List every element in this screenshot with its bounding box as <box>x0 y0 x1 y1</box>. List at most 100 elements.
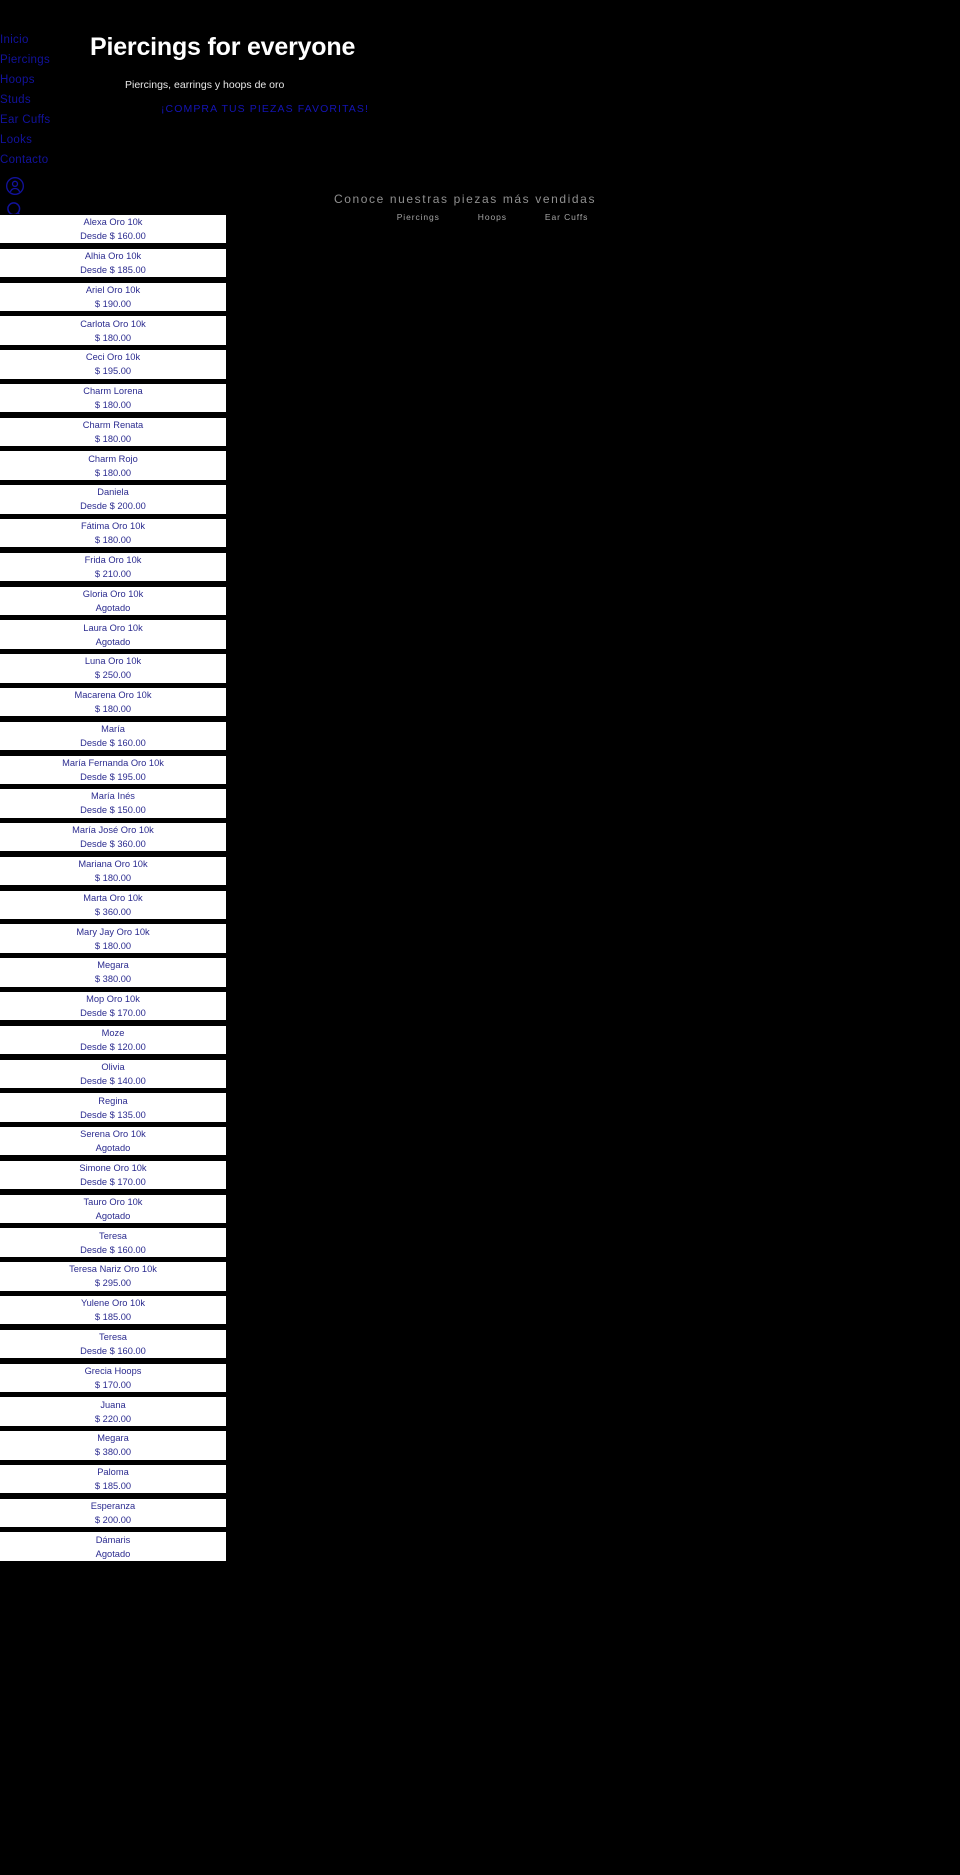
product-card[interactable]: Fátima Oro 10k $ 180.00 <box>0 518 227 549</box>
product-price: Desde $ 135.00 <box>80 1109 146 1120</box>
product-title: Grecia Hoops <box>84 1365 142 1376</box>
product-title: Charm Renata <box>82 419 144 430</box>
product-card[interactable]: Charm Lorena $ 180.00 <box>0 382 227 414</box>
product-price: $ 195.00 <box>94 366 132 377</box>
product-title: Charm Lorena <box>83 386 143 397</box>
product-title: Mary Jay Oro 10k <box>76 926 150 937</box>
product-card[interactable]: María Inés Desde $ 150.00 <box>0 788 227 819</box>
product-card[interactable]: Megara $ 380.00 <box>0 957 227 988</box>
product-card[interactable]: Charm Renata $ 180.00 <box>0 416 227 448</box>
product-price: Desde $ 170.00 <box>80 1008 146 1019</box>
product-title: Fátima Oro 10k <box>80 521 146 532</box>
sidebar-item-contacto[interactable]: Contacto <box>0 150 48 170</box>
product-title: Juana <box>100 1399 126 1410</box>
product-card[interactable]: Regina Desde $ 135.00 <box>0 1092 227 1123</box>
product-card[interactable]: María José Oro 10k Desde $ 360.00 <box>0 822 227 853</box>
product-price: Agotado <box>95 1143 131 1154</box>
product-card[interactable]: Carlota Oro 10k $ 180.00 <box>0 315 227 346</box>
product-card[interactable]: Charm Rojo $ 180.00 <box>0 450 227 481</box>
main-navigation: Inicio Piercings Hoops Studs Ear Cuffs L… <box>0 30 70 244</box>
product-price: Agotado <box>95 636 131 647</box>
product-card[interactable]: Mariana Oro 10k $ 180.00 <box>0 855 227 887</box>
product-card[interactable]: Juana $ 220.00 <box>0 1396 227 1427</box>
banner-link-piercings[interactable]: Piercings <box>397 212 440 222</box>
product-title: Simone Oro 10k <box>79 1163 147 1174</box>
product-card[interactable]: María Fernanda Oro 10k Desde $ 195.00 <box>0 754 227 785</box>
banner-heading: Conoce nuestras piezas más vendidas <box>333 192 597 206</box>
product-price: $ 185.00 <box>94 1481 132 1492</box>
hero-cta-link[interactable]: ¡COMPRA TUS PIEZAS FAVORITAS! <box>145 102 385 117</box>
product-card[interactable]: Dámaris Agotado <box>0 1531 227 1562</box>
product-card[interactable]: Moze Desde $ 120.00 <box>0 1024 227 1056</box>
product-title: Ceci Oro 10k <box>85 352 141 363</box>
product-card[interactable]: Daniela Desde $ 200.00 <box>0 484 227 515</box>
product-card[interactable]: Grecia Hoops $ 170.00 <box>0 1362 227 1393</box>
product-card[interactable]: Tauro Oro 10k Agotado <box>0 1193 227 1225</box>
product-title: Yulene Oro 10k <box>80 1298 146 1309</box>
sidebar-item-hoops[interactable]: Hoops <box>0 70 35 90</box>
banner-link-hoops[interactable]: Hoops <box>478 212 507 222</box>
product-card[interactable]: Alhia Oro 10k Desde $ 185.00 <box>0 247 227 279</box>
sidebar-item-studs[interactable]: Studs <box>0 90 31 110</box>
product-title: Megara <box>97 960 129 971</box>
product-card[interactable]: Laura Oro 10k Agotado <box>0 619 227 650</box>
product-card[interactable]: Teresa Desde $ 160.00 <box>0 1328 227 1360</box>
product-title: Frida Oro 10k <box>84 555 142 565</box>
product-title: Laura Oro 10k <box>83 622 143 633</box>
product-card[interactable]: Mary Jay Oro 10k $ 180.00 <box>0 923 227 954</box>
product-card[interactable]: Mop Oro 10k Desde $ 170.00 <box>0 990 227 1022</box>
product-price: $ 180.00 <box>94 873 132 884</box>
product-card[interactable]: Olivia Desde $ 140.00 <box>0 1058 227 1089</box>
product-title: Serena Oro 10k <box>80 1129 146 1140</box>
product-card[interactable]: Serena Oro 10k Agotado <box>0 1126 227 1157</box>
page-title: Piercings for everyone <box>90 33 356 61</box>
product-price: Desde $ 120.00 <box>80 1041 146 1052</box>
product-title: Moze <box>101 1027 125 1038</box>
product-card[interactable]: Simone Oro 10k Desde $ 170.00 <box>0 1159 227 1191</box>
product-price: $ 180.00 <box>94 332 132 343</box>
product-price: $ 380.00 <box>94 1447 132 1458</box>
product-price: $ 180.00 <box>94 467 132 478</box>
product-title: María Inés <box>91 791 135 802</box>
sidebar-item-piercings[interactable]: Piercings <box>0 50 50 70</box>
product-card[interactable]: Gloria Oro 10k Agotado <box>0 585 227 616</box>
product-card[interactable]: Paloma $ 185.00 <box>0 1463 227 1495</box>
sidebar-item-inicio[interactable]: Inicio <box>0 30 29 50</box>
product-card[interactable]: Frida Oro 10k $ 210.00 <box>0 551 227 583</box>
product-card[interactable]: Marta Oro 10k $ 360.00 <box>0 889 227 921</box>
sidebar-item-looks[interactable]: Looks <box>0 130 32 150</box>
product-price: Desde $ 360.00 <box>80 839 146 850</box>
product-price: Agotado <box>95 1548 131 1559</box>
product-price: $ 295.00 <box>94 1278 132 1289</box>
product-price: Desde $ 160.00 <box>80 1345 146 1356</box>
product-card[interactable]: Luna Oro 10k $ 250.00 <box>0 653 227 684</box>
product-card[interactable]: Esperanza $ 200.00 <box>0 1497 227 1529</box>
product-card[interactable]: Alexa Oro 10k Desde $ 160.00 <box>0 214 227 245</box>
product-price: Desde $ 160.00 <box>80 1244 146 1255</box>
product-title: Teresa <box>99 1331 127 1342</box>
product-card[interactable]: Teresa Desde $ 160.00 <box>0 1227 227 1258</box>
product-title: Gloria Oro 10k <box>82 588 144 599</box>
product-price: Desde $ 160.00 <box>80 737 146 748</box>
product-price: $ 210.00 <box>94 569 132 579</box>
product-card[interactable]: María Desde $ 160.00 <box>0 720 227 752</box>
product-title: Dámaris <box>95 1534 131 1545</box>
product-title: Charm Rojo <box>88 453 138 464</box>
sidebar-item-ear-cuffs[interactable]: Ear Cuffs <box>0 110 50 130</box>
product-card[interactable]: Ariel Oro 10k $ 190.00 <box>0 281 227 312</box>
product-card[interactable]: Teresa Nariz Oro 10k $ 295.00 <box>0 1261 227 1292</box>
banner-link-ear-cuffs[interactable]: Ear Cuffs <box>545 212 588 222</box>
product-card[interactable]: Megara $ 380.00 <box>0 1430 227 1461</box>
product-card[interactable]: Macarena Oro 10k $ 180.00 <box>0 686 227 718</box>
product-price: Desde $ 200.00 <box>80 501 146 512</box>
product-card[interactable]: Yulene Oro 10k $ 185.00 <box>0 1295 227 1326</box>
account-icon[interactable] <box>5 176 25 196</box>
product-title: Esperanza <box>90 1500 136 1511</box>
product-price: Desde $ 160.00 <box>80 231 146 242</box>
product-title: Alexa Oro 10k <box>83 217 143 228</box>
product-title: Megara <box>97 1433 129 1444</box>
product-title: Daniela <box>97 487 129 498</box>
product-card[interactable]: Ceci Oro 10k $ 195.00 <box>0 349 227 380</box>
product-title: Ariel Oro 10k <box>85 284 141 295</box>
product-title: María Fernanda Oro 10k <box>62 757 164 768</box>
